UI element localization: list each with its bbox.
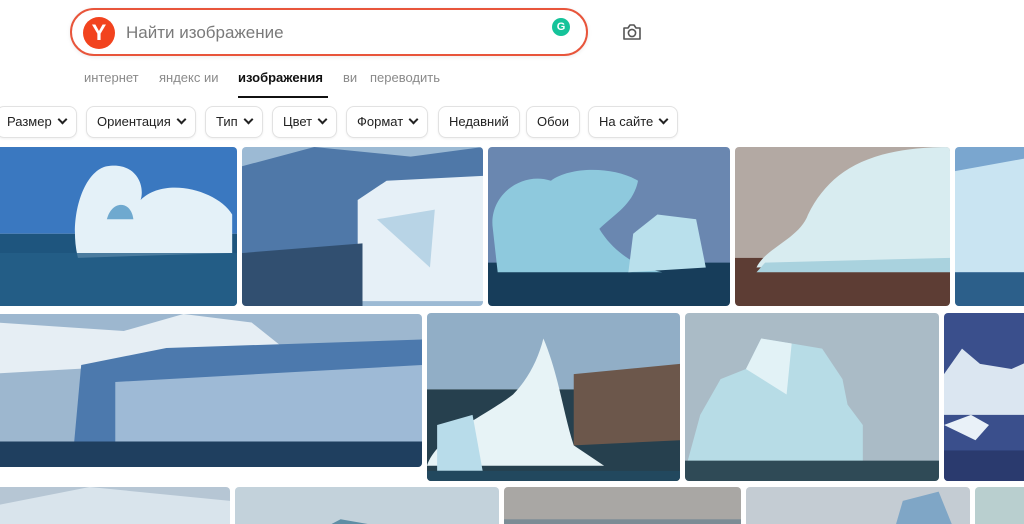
image-result[interactable] <box>735 147 950 306</box>
image-result[interactable] <box>944 313 1024 481</box>
yandex-logo-icon[interactable]: Y <box>83 17 115 49</box>
tab-internet[interactable]: интернет <box>84 70 139 85</box>
chevron-down-icon <box>243 114 254 125</box>
filter-wallpapers[interactable]: Обои <box>526 106 581 138</box>
grammarly-icon[interactable]: G <box>552 18 570 36</box>
image-result[interactable] <box>955 147 1024 306</box>
chevron-down-icon <box>57 114 68 125</box>
image-result[interactable] <box>0 147 237 306</box>
image-result[interactable] <box>975 487 1024 524</box>
image-result[interactable] <box>0 314 422 467</box>
chevron-down-icon <box>317 114 328 125</box>
image-result[interactable] <box>235 487 499 524</box>
chevron-down-icon <box>658 114 669 125</box>
image-result[interactable] <box>242 147 483 306</box>
tab-yandex-ai[interactable]: яндекс ии <box>159 70 219 85</box>
filter-label: Цвет <box>283 114 313 129</box>
filter-size[interactable]: Размер <box>0 106 77 138</box>
filter-on-site[interactable]: На сайте <box>588 106 679 138</box>
filter-label: Размер <box>7 114 52 129</box>
image-result[interactable] <box>504 487 741 524</box>
filter-format[interactable]: Формат <box>346 106 429 138</box>
image-result[interactable] <box>488 147 730 306</box>
filter-label: Недавний <box>449 114 509 129</box>
filter-color[interactable]: Цвет <box>272 106 338 138</box>
filter-recent[interactable]: Недавний <box>438 106 520 138</box>
filter-orientation[interactable]: Ориентация <box>86 106 196 138</box>
active-tab-indicator <box>238 96 328 98</box>
tab-video[interactable]: ви <box>343 70 357 85</box>
tab-images[interactable]: изображения <box>238 70 323 85</box>
filter-type[interactable]: Тип <box>205 106 263 138</box>
image-result[interactable] <box>0 487 230 524</box>
camera-icon[interactable] <box>620 20 644 44</box>
search-input[interactable] <box>126 20 526 46</box>
filter-label: Формат <box>357 114 404 129</box>
filter-label: Тип <box>216 114 238 129</box>
filter-label: Ориентация <box>97 114 171 129</box>
image-result[interactable] <box>746 487 970 524</box>
tab-translate[interactable]: переводить <box>370 70 440 85</box>
image-result[interactable] <box>427 313 680 481</box>
filter-label: Обои <box>537 114 570 129</box>
image-result[interactable] <box>685 313 939 481</box>
filter-label: На сайте <box>599 114 654 129</box>
chevron-down-icon <box>176 114 187 125</box>
chevron-down-icon <box>408 114 419 125</box>
search-box[interactable]: Y G <box>70 8 588 56</box>
